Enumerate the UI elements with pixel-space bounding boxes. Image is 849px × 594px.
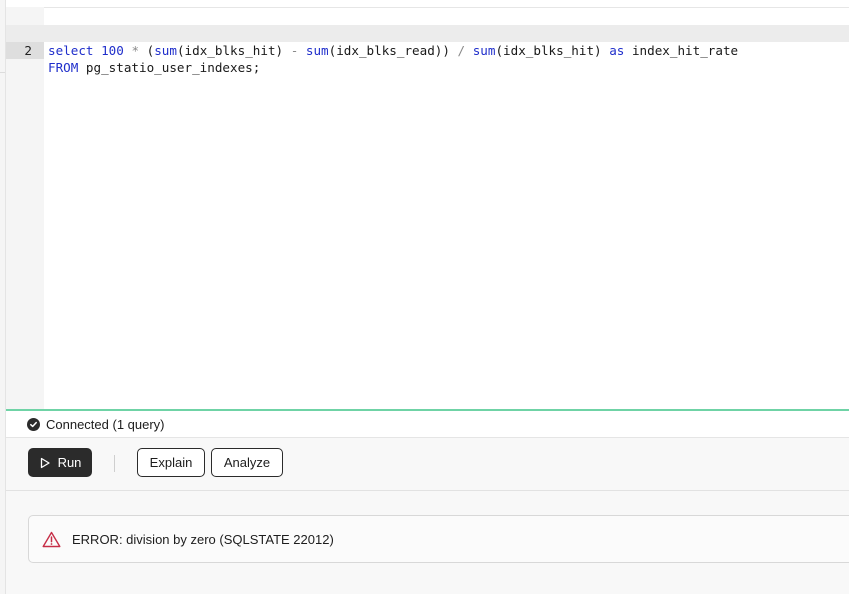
- code-token-op: *: [131, 43, 140, 58]
- connection-status-bar: Connected (1 query): [6, 411, 849, 438]
- code-token-plain: pg_statio_user_indexes;: [78, 60, 261, 75]
- results-panel: ERROR: division by zero (SQLSTATE 22012): [6, 491, 849, 594]
- warning-triangle-icon: [42, 531, 61, 548]
- code-token-op: /: [457, 43, 466, 58]
- code-token-plain: (idx_blks_hit): [176, 43, 291, 58]
- code-token-fn: sum: [305, 43, 329, 58]
- toolbar-divider: [114, 455, 115, 472]
- explain-button-label: Explain: [149, 455, 193, 470]
- sql-console: 1 select 100 * (sum(idx_blks_hit) - sum(…: [0, 0, 849, 594]
- sql-editor[interactable]: 1 select 100 * (sum(idx_blks_hit) - sum(…: [6, 7, 849, 410]
- run-button-label: Run: [57, 455, 82, 470]
- error-message-text: ERROR: division by zero (SQLSTATE 22012): [72, 531, 334, 547]
- code-token-kw: FROM: [48, 60, 79, 75]
- error-message-box: ERROR: division by zero (SQLSTATE 22012): [28, 515, 849, 563]
- code-token-kw: as: [609, 43, 625, 58]
- editor-line-2-active[interactable]: 2 FROM pg_statio_user_indexes;: [6, 25, 849, 75]
- play-icon: [39, 457, 51, 469]
- code-token-plain: (idx_blks_hit): [495, 43, 610, 58]
- code-token-fn: sum: [472, 43, 496, 58]
- query-toolbar: Run Explain Analyze: [6, 438, 849, 491]
- code-text[interactable]: FROM pg_statio_user_indexes;: [48, 59, 260, 76]
- analyze-button-label: Analyze: [223, 455, 271, 470]
- code-token-num-lit: 100: [101, 43, 124, 58]
- line-number: 2: [6, 42, 44, 59]
- editor-line-1[interactable]: 1 select 100 * (sum(idx_blks_hit) - sum(…: [6, 8, 849, 58]
- rail-divider: [0, 72, 5, 73]
- code-token-kw: select: [48, 43, 94, 58]
- code-text[interactable]: select 100 * (sum(idx_blks_hit) - sum(id…: [48, 42, 738, 59]
- explain-button[interactable]: Explain: [137, 448, 205, 477]
- code-token-plain: (: [139, 43, 155, 58]
- code-token-plain: (idx_blks_read)): [328, 43, 458, 58]
- connection-status-text: Connected (1 query): [46, 416, 165, 432]
- code-token-plain: index_hit_rate: [624, 43, 739, 58]
- code-token-fn: sum: [154, 43, 177, 58]
- check-circle-icon: [27, 417, 40, 431]
- run-button[interactable]: Run: [28, 448, 92, 477]
- analyze-button[interactable]: Analyze: [211, 448, 283, 477]
